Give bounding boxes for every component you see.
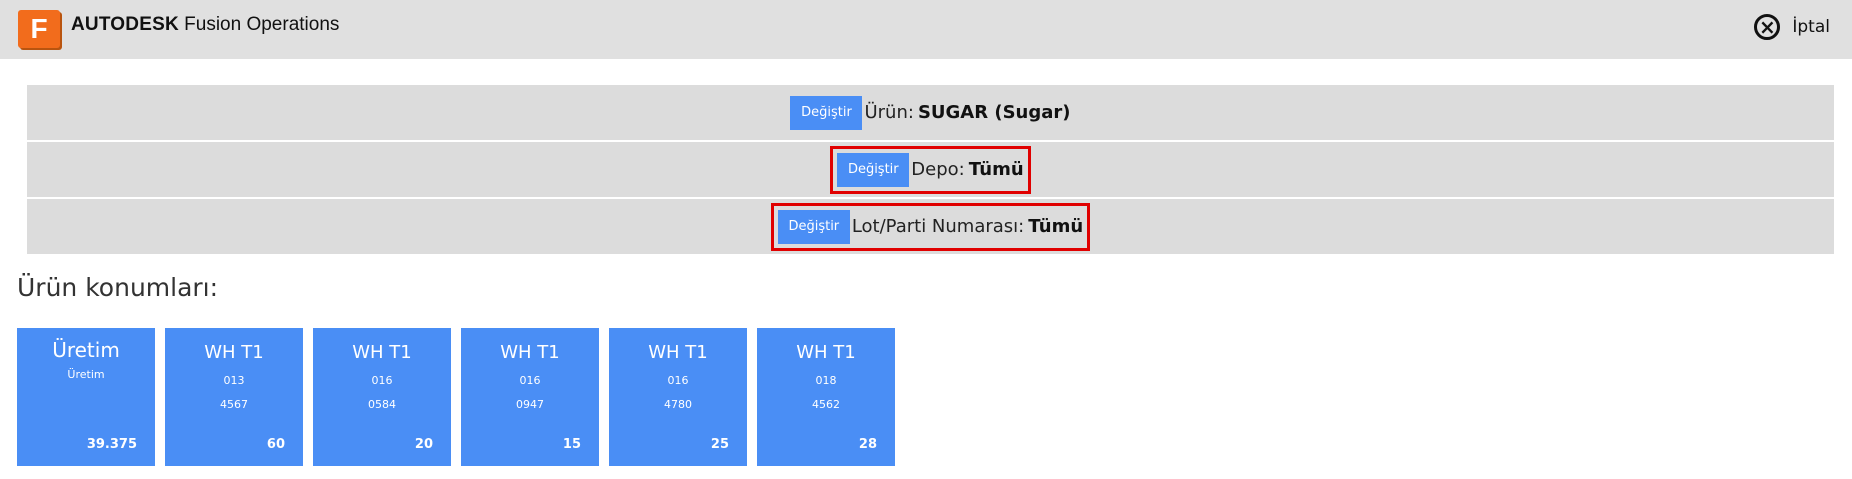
tile-line1: Üretim [67,368,105,381]
location-tile[interactable]: WH T1 018 4562 28 [757,328,895,466]
change-product-button[interactable]: Değiştir [790,95,863,130]
tile-title: WH T1 [352,342,412,363]
location-tile[interactable]: WH T1 016 0584 20 [313,328,451,466]
tile-line2: 4780 [664,398,692,411]
filter-product: Değiştir Ürün: SUGAR (Sugar) [790,95,1071,130]
tile-line1: 013 [223,374,245,387]
filter-lot: Değiştir Lot/Parti Numarası: Tümü [770,202,1091,251]
tile-quantity: 28 [858,437,877,452]
filter-value-product: SUGAR (Sugar) [917,102,1071,123]
tile-line2: 0584 [368,398,396,411]
tile-quantity: 20 [414,437,433,452]
filter-label-lot: Lot/Parti Numarası: [851,216,1025,237]
tile-title: WH T1 [500,342,560,363]
filter-value-warehouse: Tümü [968,159,1024,180]
location-tile[interactable]: WH T1 013 4567 60 [165,328,303,466]
section-title: Ürün konumları: [17,273,219,302]
tile-line1: 016 [667,374,689,387]
tile-quantity: 39.375 [86,437,137,452]
tile-line1: 018 [815,374,837,387]
cancel-label: İptal [1792,17,1830,37]
filter-label-product: Ürün: [864,102,914,123]
fusion-logo-icon: F [18,10,60,48]
app-title: AUTODESK Fusion Operations [71,14,339,36]
tile-quantity: 60 [266,437,285,452]
tile-line2: 4567 [220,398,248,411]
tile-title: WH T1 [204,342,264,363]
location-tile[interactable]: WH T1 016 4780 25 [609,328,747,466]
filter-row-warehouse: Değiştir Depo: Tümü [27,142,1834,197]
change-lot-button[interactable]: Değiştir [777,209,850,244]
tile-line2: 4562 [812,398,840,411]
filter-row-product: Değiştir Ürün: SUGAR (Sugar) [27,85,1834,140]
filter-row-lot: Değiştir Lot/Parti Numarası: Tümü [27,199,1834,254]
cancel-button[interactable]: × İptal [1754,14,1830,40]
location-tile[interactable]: WH T1 016 0947 15 [461,328,599,466]
tile-title: WH T1 [796,342,856,363]
close-circle-icon: × [1754,14,1781,40]
filter-warehouse: Değiştir Depo: Tümü [830,145,1031,194]
tile-line1: 016 [371,374,393,387]
tile-title: Üretim [52,338,120,362]
change-warehouse-button[interactable]: Değiştir [837,152,910,187]
tile-title: WH T1 [648,342,708,363]
brand-autodesk: AUTODESK [71,14,179,35]
tile-quantity: 25 [710,437,729,452]
tile-line2: 0947 [516,398,544,411]
location-tiles: Üretim Üretim 39.375 WH T1 013 4567 60 W… [17,328,895,466]
brand-product: Fusion Operations [184,14,340,35]
tile-line1: 016 [519,374,541,387]
location-tile[interactable]: Üretim Üretim 39.375 [17,328,155,466]
filter-value-lot: Tümü [1028,216,1084,237]
filter-label-warehouse: Depo: [911,159,965,180]
tile-quantity: 15 [562,437,581,452]
top-bar: F AUTODESK Fusion Operations × İptal [0,0,1852,59]
